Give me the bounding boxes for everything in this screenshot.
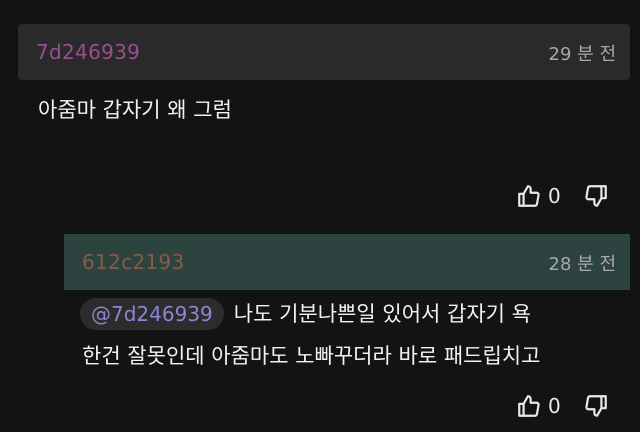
comment-like-count: 0 — [548, 184, 561, 208]
thumbs-up-icon[interactable] — [516, 183, 542, 209]
mention-tag[interactable]: @7d246939 — [80, 298, 224, 330]
reply-header: 612c2193 28 분 전 — [64, 234, 630, 290]
comment-header: 7d246939 29 분 전 — [18, 24, 630, 80]
comment-author[interactable]: 7d246939 — [36, 40, 140, 64]
reply-text-line2: 한건 잘못인데 아줌마도 노빠꾸더라 바로 패드립치고 — [82, 344, 541, 368]
thumbs-up-icon[interactable] — [516, 393, 542, 419]
thumbs-down-icon[interactable] — [583, 393, 609, 419]
comment-actions: 0 — [516, 183, 609, 209]
reply-actions: 0 — [516, 393, 609, 419]
reply-time: 28 분 전 — [548, 254, 616, 275]
comment-time: 29 분 전 — [548, 44, 616, 65]
reply-text-line1: 나도 기분나쁜일 있어서 갑자기 욕 — [233, 302, 531, 326]
reply-author[interactable]: 612c2193 — [82, 250, 184, 274]
thumbs-down-icon[interactable] — [583, 183, 609, 209]
reply-text: @7d246939 나도 기분나쁜일 있어서 갑자기 욕 한건 잘못인데 아줌마도… — [80, 298, 632, 370]
reply-like-count: 0 — [548, 394, 561, 418]
comment-text: 아줌마 갑자기 왜 그럼 — [38, 98, 232, 122]
